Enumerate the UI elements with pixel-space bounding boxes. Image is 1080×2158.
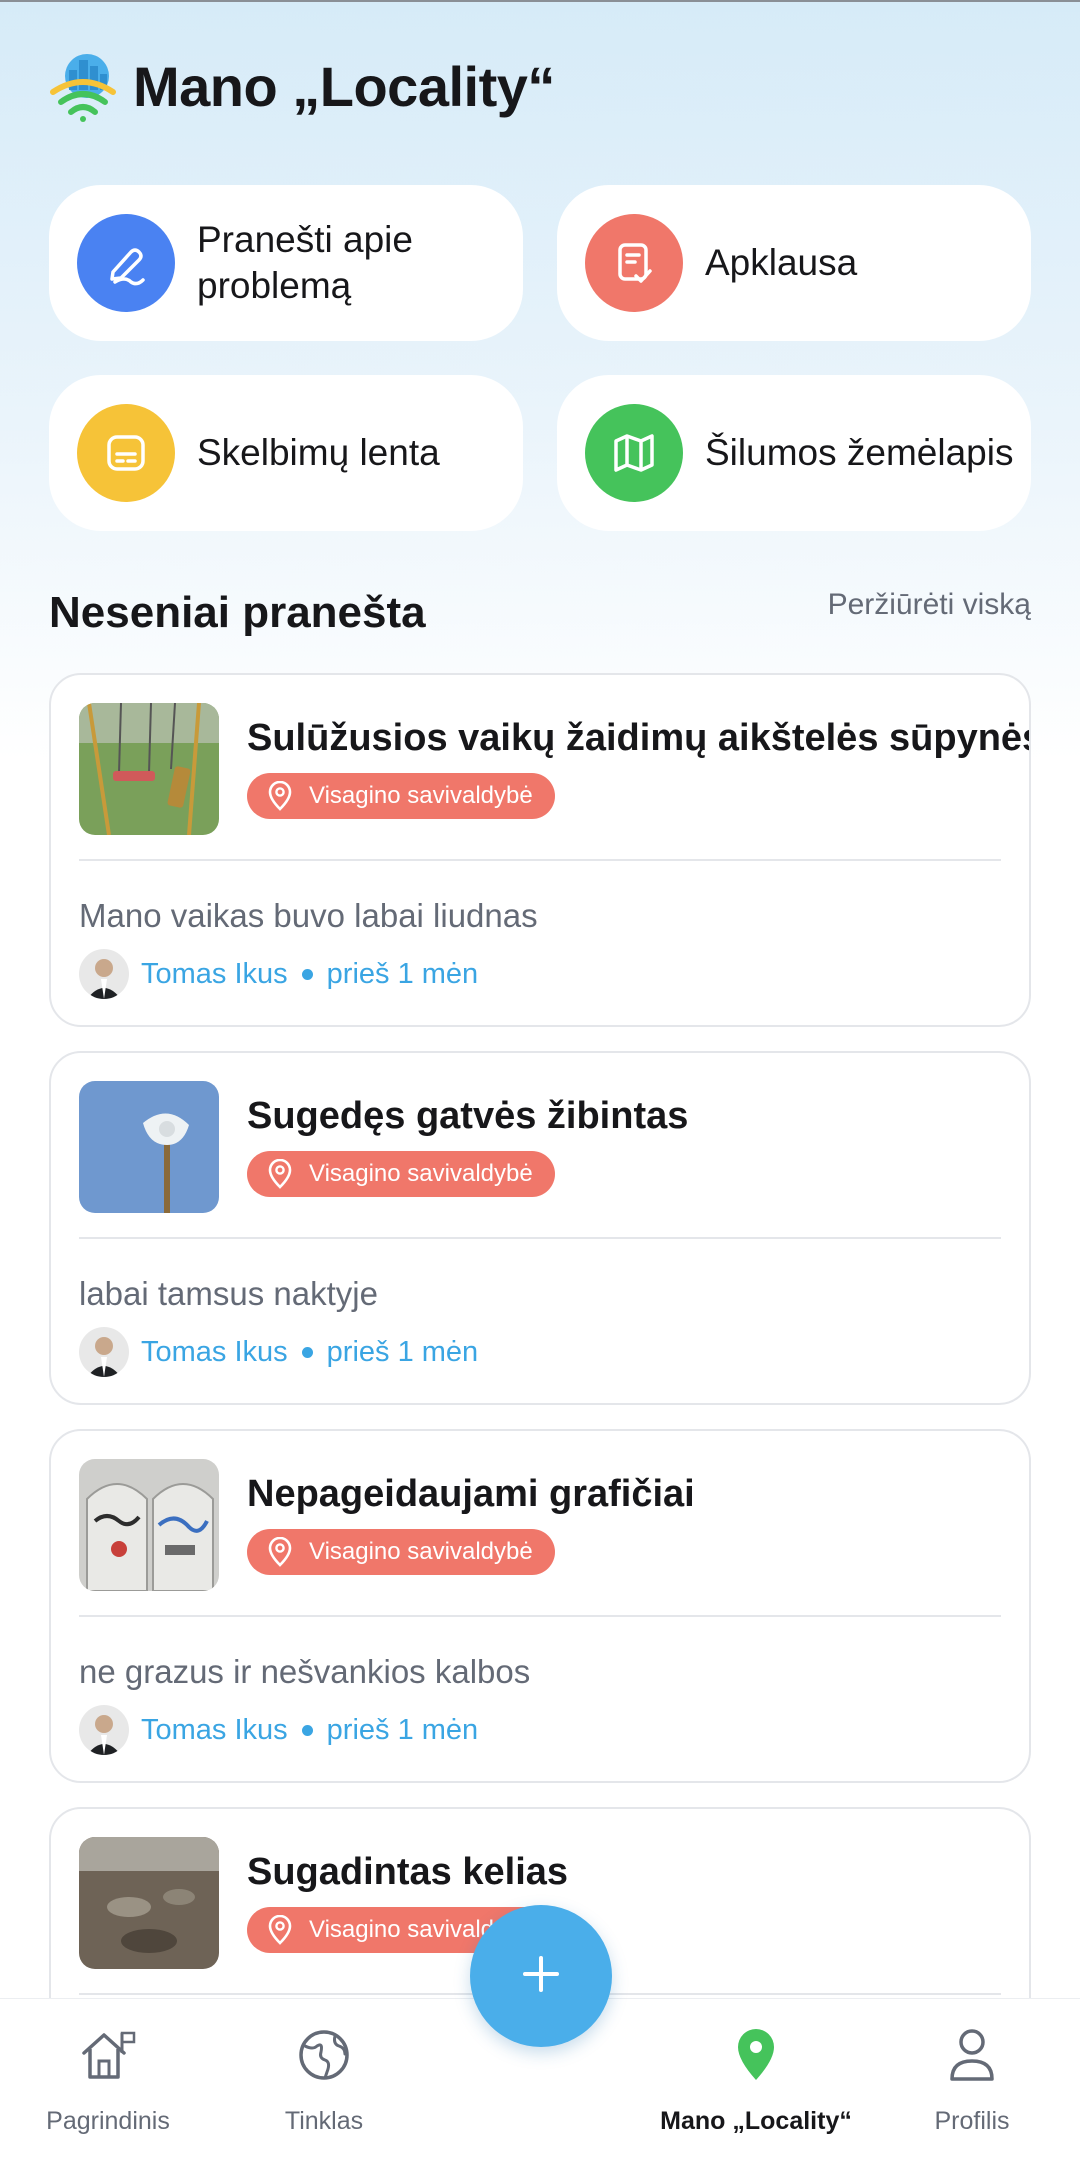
view-all-link[interactable]: Peržiūrėti viską — [828, 588, 1031, 622]
app-header: Mano „Locality“ — [49, 50, 555, 122]
location-pin-icon — [267, 1537, 293, 1567]
report-meta: Tomas Ikus prieš 1 mėn — [79, 1327, 478, 1377]
meta-separator — [301, 1724, 313, 1736]
locality-logo — [50, 54, 116, 122]
nav-item-profile[interactable]: Profilis — [864, 1999, 1080, 2158]
report-description: labai tamsus naktyje — [79, 1275, 378, 1312]
report-card[interactable]: Sulūžusios vaikų žaidimų aikštelės sūpyn… — [49, 673, 1031, 1027]
report-title: Sugedęs gatvės žibintas — [247, 1095, 689, 1137]
location-label: Visagino savivaldybė — [309, 1160, 533, 1187]
user-icon — [940, 2023, 1004, 2087]
nav-label: Tinklas — [284, 2107, 364, 2135]
report-problem-tile[interactable]: Pranešti apie problemą — [49, 185, 523, 341]
avatar — [79, 949, 129, 999]
board-icon — [77, 404, 175, 502]
meta-separator — [301, 1346, 313, 1358]
location-pin-icon — [267, 781, 293, 811]
location-label: Visagino savivaldybė — [309, 1538, 533, 1565]
pen-icon — [77, 214, 175, 312]
notice-board-tile[interactable]: Skelbimų lenta — [49, 375, 523, 531]
report-title: Nepageidaujami grafičiai — [247, 1473, 695, 1515]
report-time: prieš 1 mėn — [326, 957, 479, 990]
author-link[interactable]: Tomas Ikus — [141, 1714, 288, 1747]
report-card[interactable]: Sugedęs gatvės žibintas Visagino savival… — [49, 1051, 1031, 1405]
nav-item-home[interactable]: Pagrindinis — [0, 1999, 216, 2158]
report-description: Mano vaikas buvo labai liudnas — [79, 897, 538, 934]
report-card[interactable]: Nepageidaujami grafičiai Visagino saviva… — [49, 1429, 1031, 1783]
avatar — [79, 1327, 129, 1377]
map-icon — [585, 404, 683, 502]
nav-label: Profilis — [934, 2107, 1010, 2135]
location-pin-icon — [724, 2023, 788, 2087]
tile-label: Pranešti apie problemą — [197, 219, 413, 306]
tile-label: Šilumos žemėlapis — [705, 432, 1014, 473]
nav-label: Pagrindinis — [46, 2107, 170, 2135]
app-title: Mano „Locality“ — [133, 54, 555, 118]
location-label: Visagino savivaldybė — [309, 782, 533, 809]
home-icon — [76, 2023, 140, 2087]
location-pin-icon — [267, 1159, 293, 1189]
heat-map-tile[interactable]: Šilumos žemėlapis — [557, 375, 1031, 531]
author-link[interactable]: Tomas Ikus — [141, 958, 288, 991]
meta-separator — [301, 968, 313, 980]
report-time: prieš 1 mėn — [326, 1713, 479, 1746]
report-meta: Tomas Ikus prieš 1 mėn — [79, 1705, 478, 1755]
status-divider — [0, 0, 1080, 2]
survey-icon — [585, 214, 683, 312]
report-title: Sulūžusios vaikų žaidimų aikštelės sūpyn… — [247, 717, 1031, 759]
location-badge: Visagino savivaldybė — [247, 773, 555, 819]
nav-item-my-locality[interactable]: Mano „Locality“ — [648, 1999, 864, 2158]
avatar — [79, 1705, 129, 1755]
location-badge: Visagino savivaldybė — [247, 1151, 555, 1197]
tile-label: Skelbimų lenta — [197, 432, 440, 473]
report-thumbnail — [79, 703, 219, 835]
nav-label: Mano „Locality“ — [660, 2107, 852, 2135]
report-title: Sugadintas kelias — [247, 1851, 569, 1893]
plus-icon — [521, 1954, 561, 1999]
add-report-button[interactable] — [470, 1905, 612, 2047]
card-divider — [79, 1615, 1001, 1617]
globe-icon — [292, 2023, 356, 2087]
report-time: prieš 1 mėn — [326, 1335, 479, 1368]
location-badge: Visagino savivaldybė — [247, 1529, 555, 1575]
report-thumbnail — [79, 1081, 219, 1213]
survey-tile[interactable]: Apklausa — [557, 185, 1031, 341]
author-link[interactable]: Tomas Ikus — [141, 1336, 288, 1369]
section-title: Neseniai pranešta — [49, 588, 426, 637]
nav-item-network[interactable]: Tinklas — [216, 1999, 432, 2158]
report-description: ne grazus ir nešvankios kalbos — [79, 1653, 531, 1690]
report-thumbnail — [79, 1459, 219, 1591]
report-thumbnail — [79, 1837, 219, 1969]
tile-label: Apklausa — [705, 242, 858, 283]
card-divider — [79, 1237, 1001, 1239]
card-divider — [79, 859, 1001, 861]
location-pin-icon — [267, 1915, 293, 1945]
report-meta: Tomas Ikus prieš 1 mėn — [79, 949, 478, 999]
